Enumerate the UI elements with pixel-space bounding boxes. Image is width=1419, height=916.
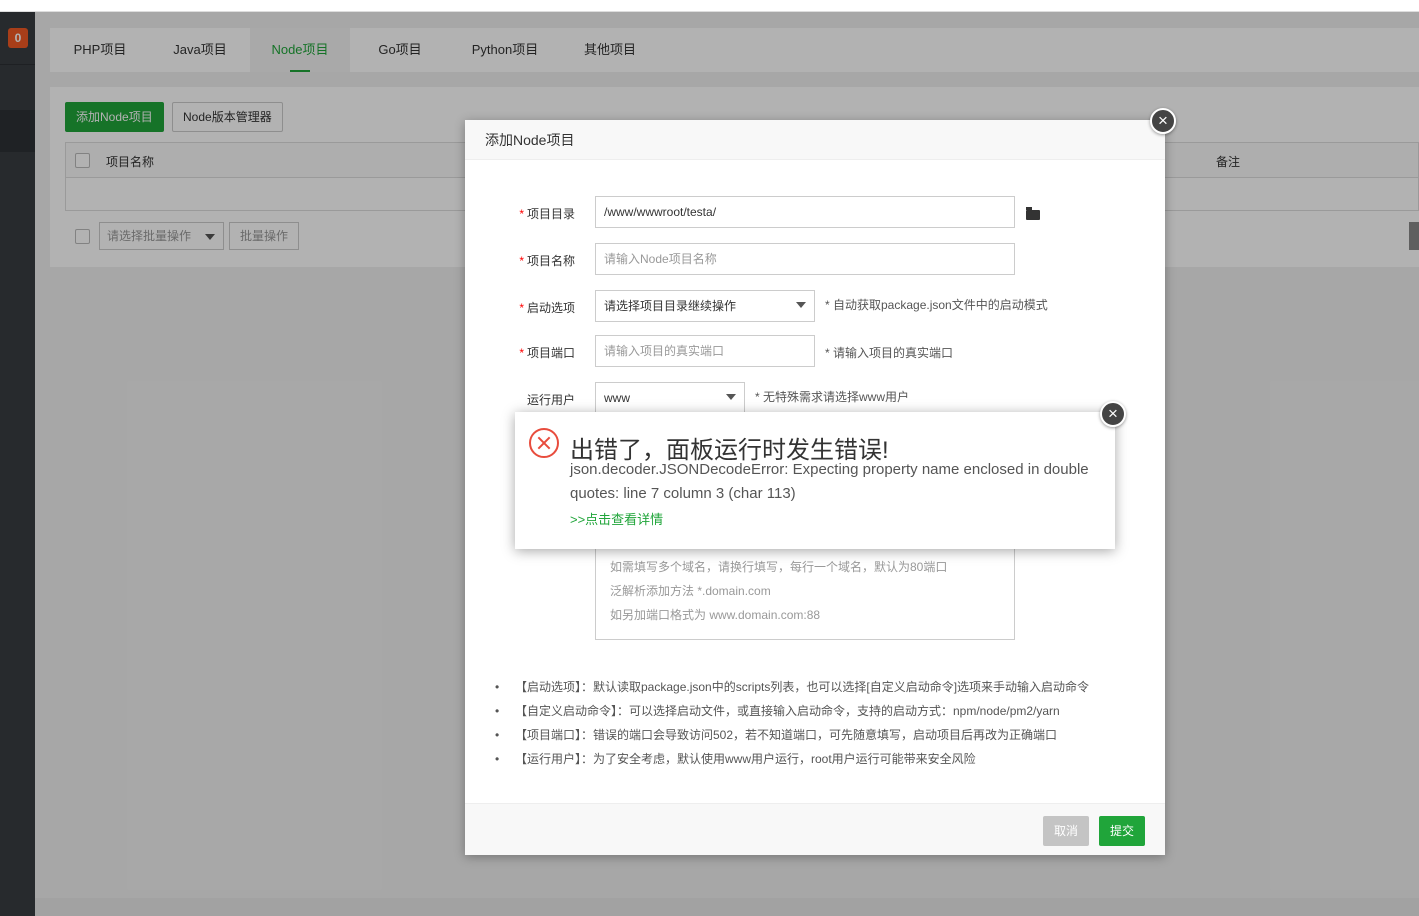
required-marker: * <box>519 301 524 315</box>
chevron-down-icon <box>726 394 736 400</box>
tips-list: 【启动选项】：默认读取package.json中的scripts列表，也可以选择… <box>495 675 1145 771</box>
dialog-close-icon[interactable]: × <box>1150 108 1176 134</box>
field-label-user: 运行用户 <box>526 393 575 407</box>
cancel-button[interactable]: 取消 <box>1043 816 1090 846</box>
start-option-select[interactable]: 请选择项目目录继续操作 <box>595 290 815 322</box>
required-marker: * <box>519 207 524 221</box>
domain-hint-line: 如需填写多个域名，请换行填写，每行一个域名，默认为80端口 <box>610 560 948 574</box>
tip-item: 【启动选项】：默认读取package.json中的scripts列表，也可以选择… <box>495 675 1145 699</box>
tip-item: 【项目端口】：错误的端口会导致访问502，若不知道端口，可先随意填写，启动项目后… <box>495 723 1145 747</box>
error-message: json.decoder.JSONDecodeError: Expecting … <box>570 461 1089 502</box>
dialog-title: 添加Node项目 <box>465 120 1165 160</box>
error-close-icon[interactable]: × <box>1100 401 1126 427</box>
start-option-hint: * 自动获取package.json文件中的启动模式 <box>825 298 1048 312</box>
error-icon <box>529 428 559 458</box>
domain-textarea[interactable]: 如需填写多个域名，请换行填写，每行一个域名，默认为80端口 泛解析添加方法 *.… <box>595 540 1015 640</box>
domain-hint-line: 如另加端口格式为 www.domain.com:88 <box>610 608 821 622</box>
project-port-hint: * 请输入项目的真实端口 <box>825 346 954 360</box>
field-label-port: * 项目端口 <box>519 346 575 360</box>
domain-hint-line: 泛解析添加方法 *.domain.com <box>610 584 771 598</box>
required-marker: * <box>519 254 524 268</box>
submit-button[interactable]: 提交 <box>1099 816 1146 846</box>
tip-item: 【自定义启动命令】：可以选择启动文件，或直接输入启动命令，支持的启动方式：npm… <box>495 699 1145 723</box>
field-label-dir: * 项目目录 <box>519 207 575 221</box>
field-label-start: * 启动选项 <box>519 301 575 315</box>
field-label-name: * 项目名称 <box>519 254 575 268</box>
dialog-footer: 取消 提交 <box>465 803 1165 855</box>
error-dialog: 出错了，面板运行时发生错误! json.decoder.JSONDecodeEr… <box>515 412 1115 549</box>
tip-item: 【运行用户】：为了安全考虑，默认使用www用户运行，root用户运行可能带来安全… <box>495 747 1145 771</box>
project-name-input[interactable]: 请输入Node项目名称 <box>595 243 1015 275</box>
error-details-link[interactable]: >>点击查看详情 <box>570 509 663 528</box>
start-option-value: 请选择项目目录继续操作 <box>604 299 737 313</box>
required-marker: * <box>519 346 524 360</box>
folder-icon[interactable] <box>1026 207 1040 220</box>
project-port-input[interactable]: 请输入项目的真实端口 <box>595 335 815 367</box>
run-user-hint: * 无特殊需求请选择www用户 <box>755 390 910 404</box>
chevron-down-icon <box>796 302 806 308</box>
browser-top-strip <box>0 0 1419 12</box>
run-user-value: www <box>604 391 630 405</box>
run-user-select[interactable]: www <box>595 382 745 414</box>
project-dir-input[interactable]: /www/wwwroot/testa/ <box>595 196 1015 228</box>
